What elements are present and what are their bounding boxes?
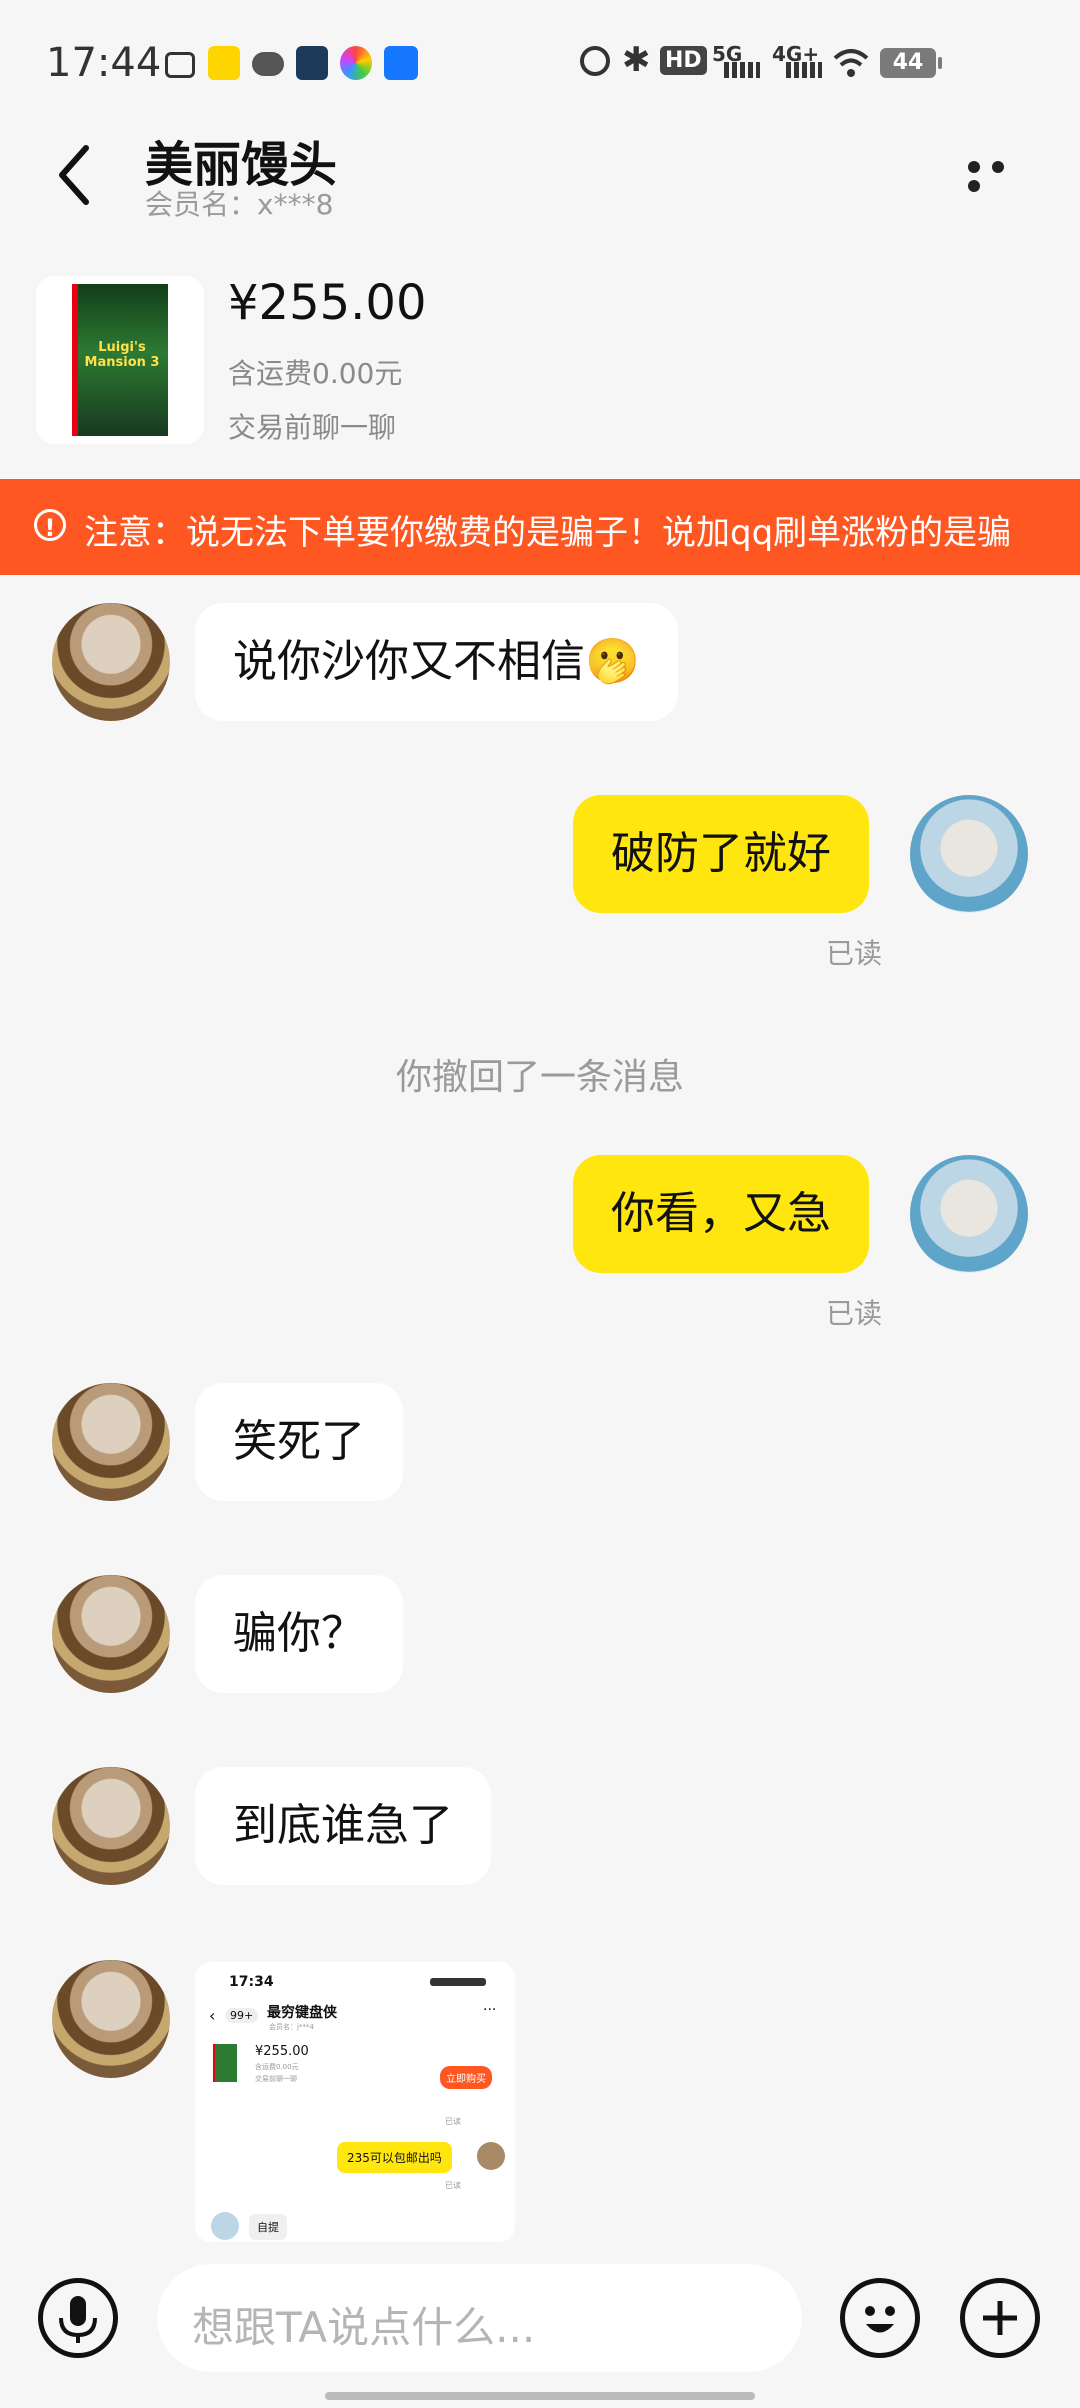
- message-text: 破防了就好: [611, 828, 831, 879]
- shot-buy-button: 立即购买: [440, 2066, 492, 2089]
- battery-icon: 44: [880, 48, 942, 78]
- warning-text: 注意：说无法下单要你缴费的是骗子！说加qq刷单涨粉的是骗: [84, 513, 1012, 553]
- shot-product-thumb: [213, 2044, 237, 2082]
- status-time: 17:44: [46, 40, 162, 86]
- seller-avatar[interactable]: [52, 1575, 170, 1693]
- emoji-button[interactable]: [840, 2278, 920, 2358]
- shot-bubble: 235可以包邮出吗: [337, 2142, 452, 2173]
- emoji-face-icon: 🫢: [585, 636, 640, 687]
- message-bubble[interactable]: 说你沙你又不相信🫢: [195, 603, 678, 721]
- shot-title: 最穷键盘侠: [267, 2005, 337, 2021]
- cloud-icon: [252, 52, 284, 76]
- status-bar: 17:44 ✱ HD 5G 4G+ 44: [0, 0, 1080, 100]
- message-bubble[interactable]: 笑死了: [195, 1383, 403, 1501]
- input-placeholder: 想跟TA说点什么...: [192, 2303, 536, 2352]
- product-shipping: 含运费0.00元: [228, 357, 403, 390]
- message-text: 笑死了: [233, 1416, 365, 1467]
- message-text: 骗你？: [233, 1608, 365, 1659]
- microphone-icon: [59, 2296, 97, 2343]
- message-text: 你看，又急: [611, 1188, 831, 1239]
- shot-price: ¥255.00: [255, 2044, 309, 2059]
- more-button[interactable]: [968, 158, 1038, 192]
- chevron-left-icon: [59, 145, 89, 205]
- dot: [992, 161, 1004, 173]
- member-name: 会员名：x***8: [145, 188, 334, 221]
- message-bubble[interactable]: 破防了就好: [573, 795, 869, 913]
- read-status: 已读: [826, 1297, 883, 1330]
- message-bubble[interactable]: 骗你？: [195, 1575, 403, 1693]
- shot-badge: 99+: [225, 2008, 259, 2023]
- warning-banner: ! 注意：说无法下单要你缴费的是骗子！说加qq刷单涨粉的是骗: [0, 479, 1080, 575]
- system-message: 你撤回了一条消息: [395, 1057, 684, 1098]
- seller-avatar[interactable]: [52, 1960, 170, 2078]
- alarm-icon: [580, 46, 610, 76]
- wifi-icon: [832, 44, 870, 82]
- voice-button[interactable]: [38, 2278, 118, 2358]
- message-text: 到底谁急了: [233, 1800, 453, 1851]
- shot-time: 17:34: [229, 1974, 274, 1990]
- seller-avatar[interactable]: [52, 1383, 170, 1501]
- alert-icon: !: [34, 509, 66, 542]
- shot-avatar: [477, 2142, 505, 2170]
- message-bubble[interactable]: 你看，又急: [573, 1155, 869, 1273]
- chevron-left-icon: ‹: [209, 2006, 216, 2025]
- seller-avatar[interactable]: [52, 1767, 170, 1885]
- message-input[interactable]: 想跟TA说点什么...: [157, 2264, 802, 2372]
- signal-bars-icon: [786, 62, 822, 78]
- shot-avatar: [211, 2212, 239, 2240]
- shot-member: 会员名：j***4: [269, 2023, 314, 2031]
- message-text: 说你沙你又不相信: [233, 636, 585, 687]
- shot-read: 已读: [445, 2117, 461, 2126]
- plus-icon: [983, 2301, 1017, 2335]
- shot-status-icons: [430, 1978, 486, 1986]
- home-indicator[interactable]: [325, 2392, 755, 2400]
- app-icon-photos: [340, 46, 372, 80]
- dot: [968, 180, 980, 192]
- product-thumbnail[interactable]: Luigi's Mansion 3: [36, 276, 204, 444]
- message-bubble[interactable]: 到底谁急了: [195, 1767, 491, 1885]
- smiley-icon: [865, 2306, 895, 2333]
- bilibili-icon: [165, 52, 195, 78]
- product-price: ¥255.00: [228, 275, 427, 331]
- shot-shipping: 含运费0.00元: [255, 2063, 299, 2071]
- back-button[interactable]: [48, 140, 108, 210]
- bluetooth-icon: ✱: [622, 40, 651, 80]
- image-message[interactable]: 17:34 ‹ 99+ 最穷键盘侠 会员名：j***4 ··· ¥255.00 …: [195, 1962, 515, 2242]
- add-button[interactable]: [960, 2278, 1040, 2358]
- shot-note: 交易前聊一聊: [255, 2075, 297, 2083]
- app-icon-game: [296, 46, 328, 80]
- hd-badge: HD: [660, 46, 707, 75]
- product-note: 交易前聊一聊: [228, 411, 397, 444]
- read-status: 已读: [826, 937, 883, 970]
- more-horizontal-icon: [968, 161, 980, 173]
- seller-avatar[interactable]: [52, 603, 170, 721]
- my-avatar[interactable]: [910, 795, 1028, 913]
- app-icon-yellow: [208, 46, 240, 80]
- more-horizontal-icon: ···: [483, 2002, 497, 2018]
- shot-read: 已读: [445, 2181, 461, 2190]
- signal-bars-icon: [724, 62, 760, 78]
- my-avatar[interactable]: [910, 1155, 1028, 1273]
- cover-title: Luigi's Mansion 3: [84, 340, 160, 370]
- zhihu-icon: [384, 46, 418, 80]
- game-cover: Luigi's Mansion 3: [72, 284, 168, 436]
- shot-self-pick: 自提: [249, 2214, 287, 2240]
